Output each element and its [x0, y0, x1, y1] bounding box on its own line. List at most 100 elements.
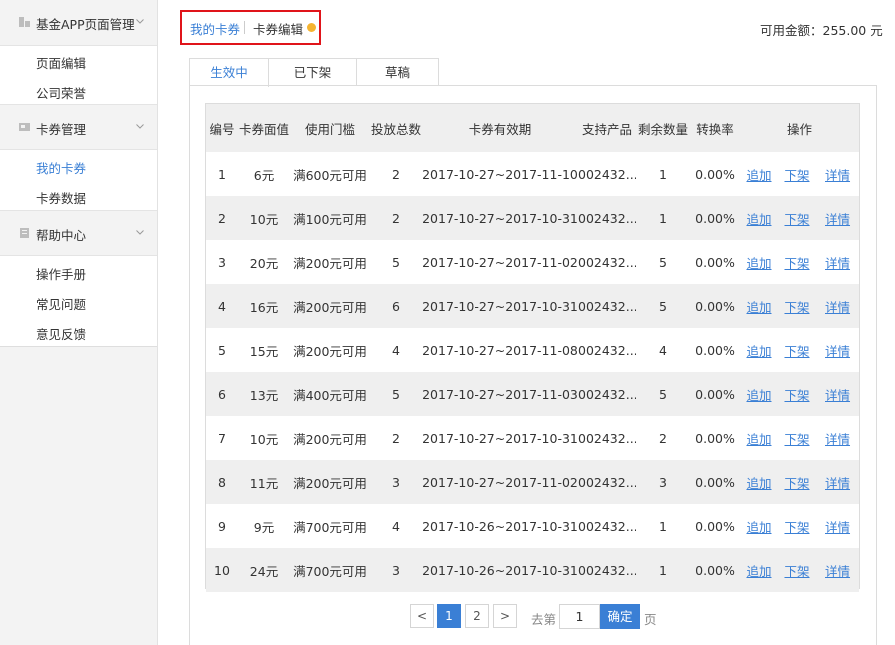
- sidebar-item-feedback[interactable]: 意见反馈: [36, 324, 86, 343]
- cell-threshold: 满700元可用: [293, 563, 367, 579]
- cell-remaining: 2: [659, 430, 667, 446]
- action-detail-link[interactable]: 详情: [825, 168, 850, 183]
- action-add-link[interactable]: 追加: [746, 388, 771, 403]
- action-cell: 详情: [816, 284, 859, 328]
- cell-face-value: 6元: [253, 167, 275, 183]
- pagination-prev-button[interactable]: <: [410, 604, 434, 628]
- action-detail-link[interactable]: 详情: [825, 520, 850, 535]
- table-row: 4 16元 满200元可用 6 2017-10-27~2017-10-31 002432.…: [206, 284, 860, 328]
- action-offline-link[interactable]: 下架: [784, 168, 809, 183]
- chevron-down-icon: [136, 230, 144, 235]
- goto-confirm-button[interactable]: 确定: [600, 604, 640, 629]
- action-add-link[interactable]: 追加: [746, 256, 771, 271]
- help-book-icon: [20, 228, 29, 238]
- action-cell: 追加: [740, 460, 778, 504]
- goto-page-input[interactable]: [559, 604, 600, 629]
- action-offline-link[interactable]: 下架: [784, 256, 809, 271]
- tab-draft[interactable]: 草稿: [356, 58, 439, 86]
- action-offline-link[interactable]: 下架: [784, 476, 809, 491]
- action-cell: 追加: [740, 548, 778, 592]
- cell-conversion: 0.00%: [695, 342, 735, 358]
- cell-remaining: 1: [659, 562, 667, 578]
- cell-products: 002432...: [578, 166, 636, 182]
- action-detail-link[interactable]: 详情: [825, 212, 850, 227]
- tab-active[interactable]: 生效中: [189, 58, 269, 87]
- action-add-link[interactable]: 追加: [746, 212, 771, 227]
- breadcrumb: 我的卡券 卡券编辑: [180, 10, 321, 45]
- pagination-next-button[interactable]: >: [493, 604, 517, 628]
- cell-validity: 2017-10-27~2017-11-02: [422, 254, 578, 270]
- sidebar-item-coupon-data[interactable]: 卡券数据: [36, 188, 86, 207]
- cell-total-issued: 6: [392, 298, 400, 314]
- breadcrumb-link-my-coupons[interactable]: 我的卡券: [190, 19, 240, 38]
- cell-face-value: 20元: [249, 255, 279, 271]
- sidebar-item-page-edit[interactable]: 页面编辑: [36, 53, 86, 72]
- sidebar-item-my-coupons[interactable]: 我的卡券: [36, 158, 86, 177]
- pagination-page-2[interactable]: 2: [465, 604, 489, 628]
- action-add-link[interactable]: 追加: [746, 344, 771, 359]
- sidebar-group-coupons[interactable]: 卡券管理: [0, 104, 157, 150]
- action-cell: 详情: [816, 504, 859, 548]
- cell-remaining: 1: [659, 166, 667, 182]
- sidebar-item-manual[interactable]: 操作手册: [36, 264, 86, 283]
- action-detail-link[interactable]: 详情: [825, 564, 850, 579]
- cell-conversion: 0.00%: [695, 430, 735, 446]
- cell-face-value: 15元: [249, 343, 279, 359]
- sidebar-item-company-honor[interactable]: 公司荣誉: [36, 83, 86, 102]
- action-cell: 详情: [816, 240, 859, 284]
- goto-page-suffix: 页: [644, 612, 657, 627]
- action-cell: 详情: [816, 416, 859, 460]
- cell-id: 7: [218, 430, 226, 446]
- sidebar-menu: 基金APP页面管理 页面编辑 公司荣誉 卡券管理 我的卡券 卡券数据 帮助中心 …: [0, 0, 157, 347]
- action-cell: 详情: [816, 328, 859, 372]
- cell-validity: 2017-10-26~2017-10-31: [422, 562, 578, 578]
- cell-threshold: 满100元可用: [293, 211, 367, 227]
- cell-conversion: 0.00%: [695, 210, 735, 226]
- action-detail-link[interactable]: 详情: [825, 476, 850, 491]
- table-row: 10 24元 满700元可用 3 2017-10-26~2017-10-31 002432…: [206, 548, 860, 592]
- sidebar-item-faq[interactable]: 常见问题: [36, 294, 86, 313]
- action-cell: 下架: [778, 416, 816, 460]
- action-offline-link[interactable]: 下架: [784, 212, 809, 227]
- cell-id: 4: [218, 298, 226, 314]
- action-cell: 追加: [740, 152, 778, 196]
- table-row: 1 6元 满600元可用 2 2017-10-27~2017-11-10 002432..…: [206, 152, 860, 196]
- action-add-link[interactable]: 追加: [746, 168, 771, 183]
- cell-face-value: 9元: [253, 519, 275, 535]
- action-detail-link[interactable]: 详情: [825, 432, 850, 447]
- action-add-link[interactable]: 追加: [746, 476, 771, 491]
- col-header-threshold: 使用门槛: [304, 121, 355, 137]
- cell-validity: 2017-10-27~2017-11-08: [422, 342, 578, 358]
- cell-products: 002432...: [578, 254, 636, 270]
- action-offline-link[interactable]: 下架: [784, 564, 809, 579]
- cell-id: 5: [218, 342, 226, 358]
- action-offline-link[interactable]: 下架: [784, 344, 809, 359]
- action-add-link[interactable]: 追加: [746, 520, 771, 535]
- action-add-link[interactable]: 追加: [746, 300, 771, 315]
- cell-total-issued: 4: [392, 342, 400, 358]
- action-detail-link[interactable]: 详情: [825, 300, 850, 315]
- cell-conversion: 0.00%: [695, 254, 735, 270]
- action-detail-link[interactable]: 详情: [825, 388, 850, 403]
- cell-face-value: 24元: [249, 563, 279, 579]
- cell-threshold: 满200元可用: [293, 431, 367, 447]
- action-cell: 追加: [740, 328, 778, 372]
- pagination-page-1[interactable]: 1: [437, 604, 461, 628]
- cell-id: 6: [218, 386, 226, 402]
- available-balance: 可用金额：255.00 元: [760, 23, 883, 38]
- action-cell: 追加: [740, 240, 778, 284]
- sidebar-group-help[interactable]: 帮助中心: [0, 210, 157, 256]
- action-offline-link[interactable]: 下架: [784, 432, 809, 447]
- action-cell: 追加: [740, 504, 778, 548]
- action-detail-link[interactable]: 详情: [825, 256, 850, 271]
- action-offline-link[interactable]: 下架: [784, 388, 809, 403]
- sidebar-group-app-pages[interactable]: 基金APP页面管理: [0, 0, 157, 46]
- action-offline-link[interactable]: 下架: [784, 300, 809, 315]
- action-add-link[interactable]: 追加: [746, 432, 771, 447]
- tab-offline[interactable]: 已下架: [268, 58, 357, 86]
- action-add-link[interactable]: 追加: [746, 564, 771, 579]
- action-detail-link[interactable]: 详情: [825, 344, 850, 359]
- col-header-face-value: 卡券面值: [238, 121, 289, 137]
- notice-dot-icon: [307, 23, 316, 32]
- action-offline-link[interactable]: 下架: [784, 520, 809, 535]
